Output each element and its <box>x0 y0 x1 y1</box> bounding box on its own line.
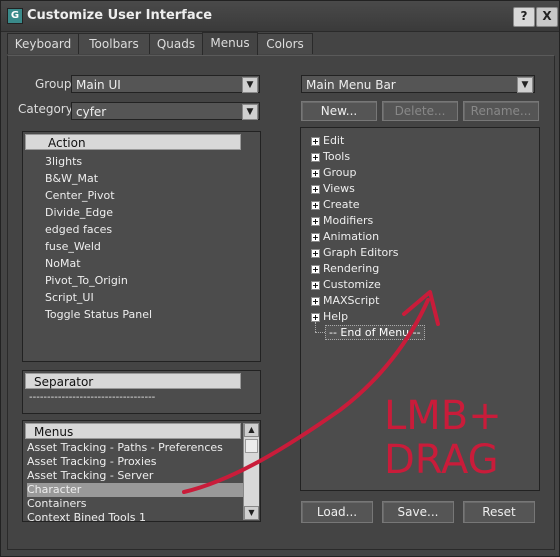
annotation-text-line1: LMB+ <box>384 393 502 439</box>
arrow-head-icon <box>402 290 440 326</box>
annotation-text-line2: DRAG <box>384 437 499 483</box>
